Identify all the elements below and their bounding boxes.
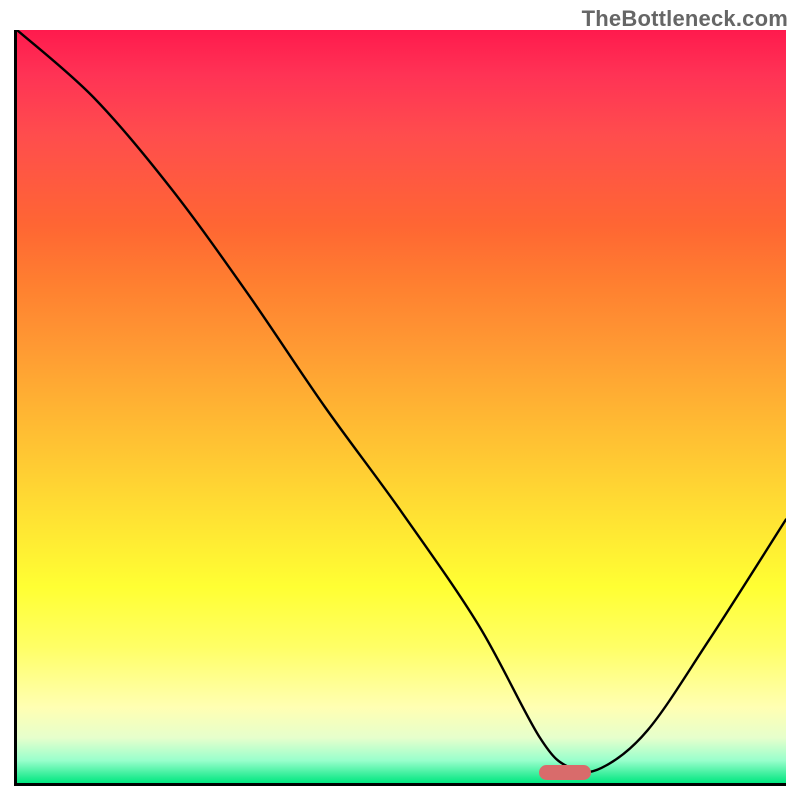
- optimal-marker: [539, 765, 591, 780]
- plot-area: [14, 30, 786, 786]
- bottleneck-curve-path: [17, 30, 786, 772]
- curve-svg: [17, 30, 786, 783]
- chart-container: TheBottleneck.com: [0, 0, 800, 800]
- watermark-text: TheBottleneck.com: [582, 6, 788, 32]
